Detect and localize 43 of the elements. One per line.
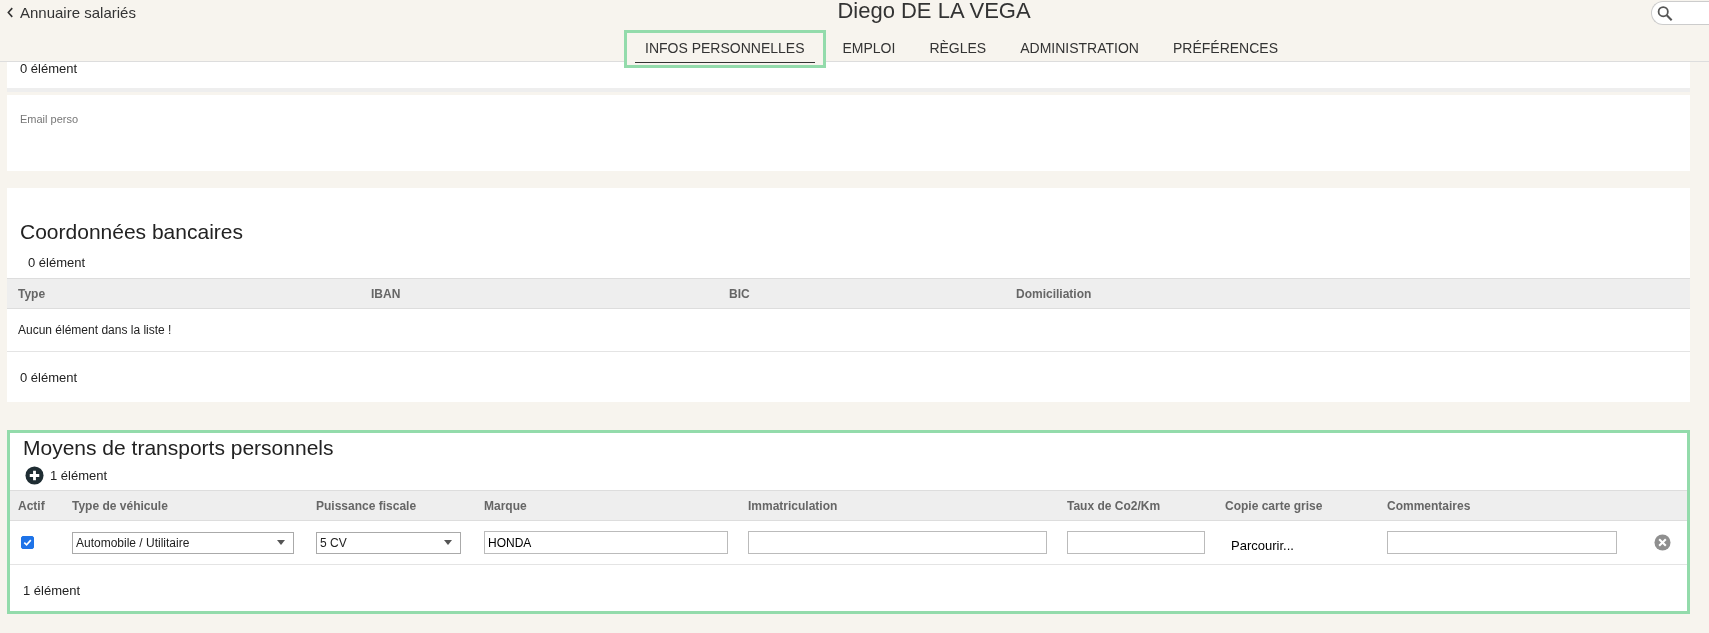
fiscal-power-select[interactable]: 5 CV — [316, 531, 461, 554]
column-header: Taux de Co2/Km — [1067, 498, 1162, 513]
search-field[interactable] — [1651, 1, 1709, 25]
vehicle-type-select[interactable]: Automobile / Utilitaire — [72, 531, 294, 554]
column-header: BIC — [729, 286, 751, 301]
item-count: 0 élément — [20, 370, 79, 385]
chevron-left-icon — [7, 7, 14, 18]
column-header: Type de véhicule — [72, 498, 169, 513]
column-header: Actif — [18, 498, 46, 513]
item-count: 0 élément — [20, 61, 78, 76]
page-title: Diego DE LA VEGA — [836, 0, 1032, 24]
item-count: 0 élément — [28, 255, 87, 270]
column-header: Immatriculation — [748, 498, 839, 513]
dropdown-arrow-icon — [444, 540, 452, 545]
browse-button[interactable]: Parcourir... — [1225, 538, 1294, 553]
add-icon[interactable] — [25, 466, 44, 485]
tab[interactable]: PRÉFÉRENCES — [1155, 33, 1295, 68]
tab[interactable]: ADMINISTRATION — [1003, 33, 1156, 68]
column-header: Puissance fiscale — [316, 498, 418, 513]
brand-input[interactable]: HONDA — [484, 531, 728, 554]
checkbox[interactable] — [21, 536, 34, 549]
column-header: IBAN — [371, 286, 402, 301]
back-link[interactable]: Annuaire salariés — [7, 4, 687, 21]
field-label: Email perso — [20, 113, 79, 125]
co2-rate-input[interactable] — [1067, 531, 1205, 554]
column-header: Type — [18, 286, 47, 301]
empty-message: Aucun élément dans la liste ! — [18, 323, 172, 337]
tab[interactable]: INFOS PERSONNELLES — [624, 30, 826, 68]
tab[interactable]: RÈGLES — [912, 33, 1004, 68]
column-header: Commentaires — [1387, 498, 1472, 513]
search-icon — [1657, 4, 1673, 22]
item-count: 1 élément — [50, 468, 108, 483]
column-header: Copie carte grise — [1225, 498, 1324, 513]
dropdown-arrow-icon — [277, 540, 285, 545]
section-title: Coordonnées bancaires — [20, 220, 244, 244]
delete-icon[interactable] — [1653, 534, 1671, 551]
registration-input[interactable] — [748, 531, 1047, 554]
section-title: Moyens de transports personnels — [23, 436, 335, 460]
tab[interactable]: EMPLOI — [825, 33, 913, 68]
column-header: Marque — [484, 498, 528, 513]
item-count: 1 élément — [23, 583, 82, 598]
comments-input[interactable] — [1387, 531, 1617, 554]
column-header: Domiciliation — [1016, 286, 1093, 301]
